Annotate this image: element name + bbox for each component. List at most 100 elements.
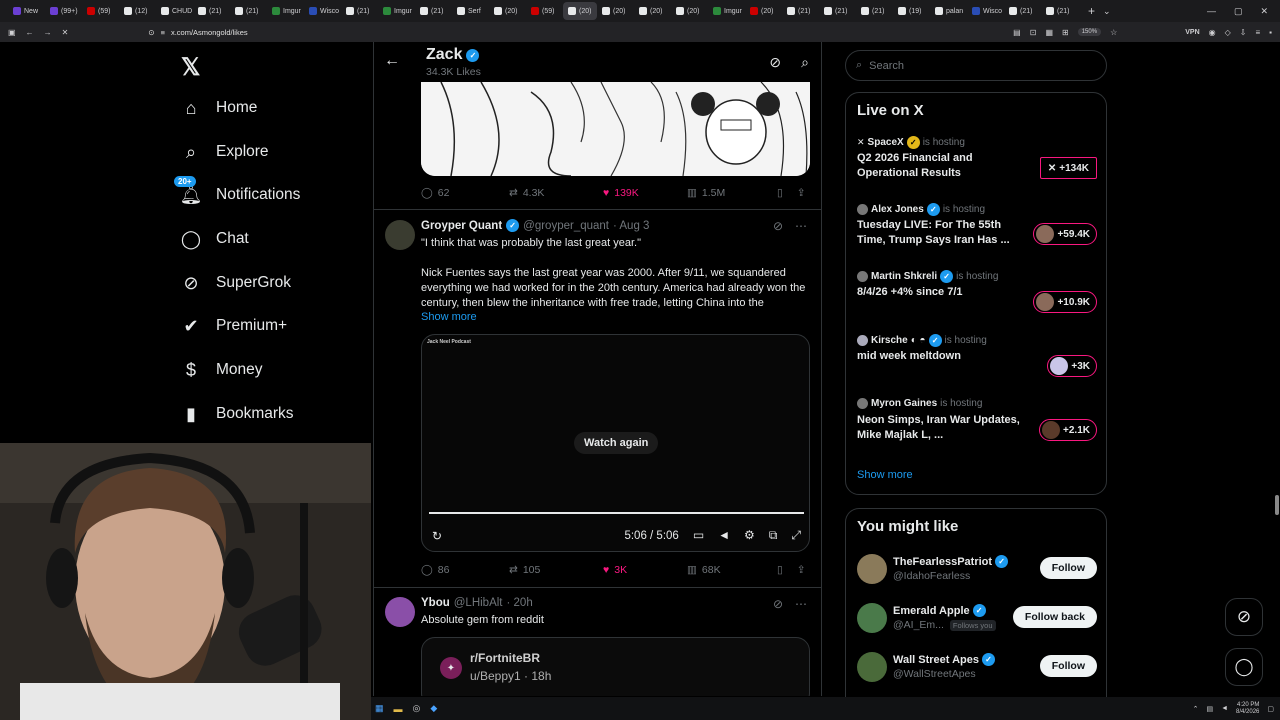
follow-back-button[interactable]: Follow back (1012, 606, 1097, 628)
tab-list-chevron-icon[interactable]: ⌄ (1103, 6, 1111, 17)
live-item[interactable]: Kirsche ◐ ◓ ✓ is hosting mid week meltdo… (857, 334, 1097, 384)
new-tab-button[interactable]: + (1088, 4, 1095, 18)
nav-item-bookmarks[interactable]: ▮ Bookmarks (180, 400, 293, 428)
tweet-time[interactable]: · Aug 3 (613, 220, 649, 232)
close-icon[interactable]: ✕ (1260, 6, 1268, 17)
avatar[interactable] (857, 554, 887, 584)
image-icon[interactable]: ▦ (1045, 28, 1053, 37)
more-icon[interactable]: ⋯ (795, 597, 807, 611)
grok-fab-icon[interactable]: ⊘ (1225, 598, 1263, 636)
embedded-reddit-card[interactable]: ✦ r/FortniteBR u/Beppy1 · 18h (421, 637, 810, 696)
back-arrow-icon[interactable]: ← (384, 52, 400, 70)
avatar[interactable] (857, 652, 887, 682)
browser-tab[interactable]: (21) (193, 2, 230, 20)
bookmark-icon[interactable]: ▯ (777, 564, 783, 576)
like-button[interactable]: ♥ 139K (603, 187, 687, 199)
avatar[interactable] (857, 603, 887, 633)
browser-tab[interactable]: palan (930, 2, 967, 20)
browser-tab[interactable]: New (8, 2, 45, 20)
tweet-time[interactable]: · 20h (507, 597, 533, 609)
browser-tab[interactable]: (20) (489, 2, 526, 20)
browser-tab[interactable]: Wisco (304, 2, 341, 20)
suggested-account[interactable]: Emerald Apple ✓ @AI_Em... Follows you Fo… (857, 601, 1097, 635)
live-listeners-pill[interactable]: +10.9K (1033, 291, 1097, 313)
views-button[interactable]: ▥ 1.5M (687, 187, 777, 199)
nav-item-premium[interactable]: ✔ Premium+ (180, 312, 287, 340)
browser-tab[interactable]: (21) (819, 2, 856, 20)
search-field[interactable]: ⌕ Search (845, 50, 1107, 81)
profile-icon[interactable]: ▪ (1269, 28, 1272, 37)
browser-tab[interactable]: CHUD (156, 2, 193, 20)
zoom-level[interactable]: 150% (1077, 28, 1102, 36)
page-scrollbar[interactable] (1275, 495, 1279, 515)
browser-tab[interactable]: (21) (782, 2, 819, 20)
start-icon[interactable]: ▦ (375, 703, 384, 714)
live-listeners-pill[interactable]: +59.4K (1033, 223, 1097, 245)
author-handle[interactable]: @groyper_quant (523, 220, 609, 232)
pip-icon[interactable]: ⧉ (769, 528, 778, 543)
browser-tab[interactable]: (21) (415, 2, 452, 20)
show-more-link[interactable]: Show more (857, 469, 913, 481)
browser-tab[interactable]: (12) (119, 2, 156, 20)
grok-icon[interactable]: ⊘ (769, 54, 781, 71)
extensions-icon[interactable]: ◇ (1225, 28, 1231, 37)
more-icon[interactable]: ⋯ (795, 219, 807, 233)
settings-gear-icon[interactable]: ⚙ (744, 528, 755, 543)
volume-icon[interactable]: ◄ (718, 528, 730, 543)
retweet-button[interactable]: ⇄ 105 (509, 564, 603, 576)
follow-button[interactable]: Follow (1039, 655, 1097, 677)
live-listeners-pill[interactable]: ✕ +134K (1039, 157, 1097, 179)
live-item[interactable]: Alex Jones ✓ is hosting Tuesday LIVE: Fo… (857, 203, 1097, 253)
replay-icon[interactable]: ↻ (432, 529, 442, 543)
nav-item-money[interactable]: $ Money (180, 356, 263, 384)
avatar[interactable] (385, 597, 415, 627)
views-button[interactable]: ▥ 68K (687, 564, 777, 576)
browser-tab[interactable]: (20) (597, 2, 634, 20)
x-logo-icon[interactable]: 𝕏 (181, 53, 200, 82)
forward-icon[interactable]: → (44, 28, 52, 37)
nav-item-chat[interactable]: ◯ Chat (180, 225, 249, 253)
grok-icon[interactable]: ⊘ (773, 219, 783, 233)
live-item[interactable]: Martin Shkreli ✓ is hosting 8/4/26 +4% s… (857, 270, 1097, 320)
screenshot-icon[interactable]: ⊡ (1030, 28, 1037, 37)
tray-chevron-icon[interactable]: ⌃ (1193, 705, 1199, 713)
notifications-icon[interactable]: ▢ (1267, 705, 1274, 713)
stop-loading-icon[interactable]: ✕ (62, 28, 69, 37)
live-item[interactable]: Myron Gaines is hosting Neon Simps, Iran… (857, 398, 1097, 448)
live-listeners-pill[interactable]: +3K (1047, 355, 1097, 377)
nav-item-notifications[interactable]: 🔔︎ 20+ Notifications (174, 176, 300, 209)
live-item[interactable]: ✕ SpaceX ✓ is hosting Q2 2026 Financial … (857, 136, 1097, 186)
author-name[interactable]: Groyper Quant (421, 220, 502, 232)
video-player[interactable]: Jack Neel Podcast Watch again ↻ 5:06 / 5… (421, 334, 810, 552)
share-icon[interactable]: ⇪ (797, 187, 806, 199)
browser-tab[interactable]: (20) (745, 2, 782, 20)
browser-tab[interactable]: (21) (341, 2, 378, 20)
video-progress-bar[interactable] (429, 512, 804, 514)
avatar[interactable] (385, 220, 415, 250)
grok-icon[interactable]: ⊘ (773, 597, 783, 611)
browser-tab[interactable]: (59) (526, 2, 563, 20)
bookmark-icon[interactable]: ▯ (777, 187, 783, 199)
browser-tab[interactable]: (21) (1041, 2, 1078, 20)
reply-button[interactable]: ◯ 86 (421, 564, 509, 576)
browser-tab[interactable]: Serf (452, 2, 489, 20)
fullscreen-icon[interactable]: ⤢ (791, 528, 801, 543)
volume-icon[interactable]: ◄ (1221, 705, 1228, 712)
steam-icon[interactable]: ◎ (413, 703, 421, 714)
like-button[interactable]: ♥ 3K (603, 564, 687, 576)
show-more-link[interactable]: Show more (421, 311, 477, 323)
folder-icon[interactable]: ▬ (394, 704, 403, 714)
browser-tab[interactable]: (20) (563, 2, 597, 20)
snapshot-icon[interactable]: ⊞ (1062, 28, 1069, 37)
browser-tab[interactable]: (21) (856, 2, 893, 20)
chat-fab-icon[interactable]: ◯ (1225, 648, 1263, 686)
browser-tab[interactable]: Imgur (378, 2, 415, 20)
network-icon[interactable]: ▤ (1206, 705, 1213, 713)
bookmark-star-icon[interactable]: ☆ (1110, 28, 1117, 37)
browser-tab[interactable]: (21) (230, 2, 267, 20)
live-listeners-pill[interactable]: +2.1K (1039, 419, 1097, 441)
browser-tab[interactable]: (20) (671, 2, 708, 20)
nav-item-supergrok[interactable]: ⊘ SuperGrok (180, 269, 291, 297)
reader-icon[interactable]: ▤ (1013, 28, 1021, 37)
author-handle[interactable]: @LHibAlt (454, 597, 503, 609)
